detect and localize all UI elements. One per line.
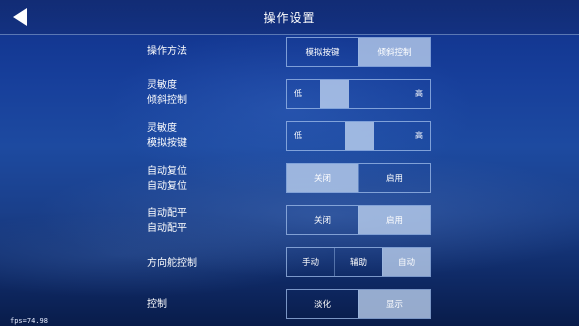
slider-thumb[interactable] — [320, 80, 349, 108]
option-button[interactable]: 倾斜控制 — [358, 38, 430, 66]
option-button[interactable]: 手动 — [287, 248, 334, 276]
row-label-line: 操作方法 — [147, 46, 187, 57]
row-label-line: 方向舵控制 — [147, 258, 197, 269]
button-sensitivity-slider[interactable]: 低 高 — [286, 121, 431, 151]
option-button[interactable]: 自动 — [382, 248, 430, 276]
top-bar: 操作设置 — [0, 0, 579, 35]
option-button[interactable]: 模拟按键 — [287, 38, 358, 66]
row-label-line: 灵敏度 — [147, 80, 177, 91]
option-button[interactable]: 启用 — [358, 164, 430, 192]
slider-low-label: 低 — [294, 131, 302, 140]
row-label-auto-reset: 自动复位 自动复位 — [147, 164, 187, 194]
row-label-line: 自动复位 — [147, 181, 187, 192]
slider-low-label: 低 — [294, 89, 302, 98]
slider-high-label: 高 — [415, 131, 423, 140]
row-label-line: 模拟按键 — [147, 138, 187, 149]
row-label-control-method: 操作方法 — [147, 44, 187, 59]
row-label-rudder-control: 方向舵控制 — [147, 256, 197, 271]
row-label-line: 控制 — [147, 299, 167, 310]
control-method-selector: 模拟按键 倾斜控制 — [286, 37, 431, 67]
option-button[interactable]: 辅助 — [334, 248, 382, 276]
tilt-sensitivity-slider[interactable]: 低 高 — [286, 79, 431, 109]
slider-high-label: 高 — [415, 89, 423, 98]
page-title: 操作设置 — [263, 11, 316, 25]
row-label-line: 倾斜控制 — [147, 95, 187, 106]
slider-track[interactable] — [287, 80, 430, 108]
row-label-line: 灵敏度 — [147, 123, 177, 134]
option-button[interactable]: 显示 — [358, 290, 430, 318]
row-label-controls-visibility: 控制 — [147, 297, 167, 312]
option-button[interactable]: 关闭 — [287, 164, 358, 192]
option-button[interactable]: 淡化 — [287, 290, 358, 318]
row-label-tilt-sensitivity: 灵敏度 倾斜控制 — [147, 78, 187, 108]
controls-visibility-selector: 淡化 显示 — [286, 289, 431, 319]
row-label-button-sensitivity: 灵敏度 模拟按键 — [147, 121, 187, 151]
fps-counter: fps=74.98 — [10, 317, 48, 325]
auto-trim-selector: 关闭 启用 — [286, 205, 431, 235]
row-label-line: 自动复位 — [147, 166, 187, 177]
rudder-control-selector: 手动 辅助 自动 — [286, 247, 431, 277]
row-label-auto-trim: 自动配平 自动配平 — [147, 206, 187, 236]
option-button[interactable]: 启用 — [358, 206, 430, 234]
row-label-line: 自动配平 — [147, 223, 187, 234]
slider-thumb[interactable] — [345, 122, 374, 150]
row-label-line: 自动配平 — [147, 208, 187, 219]
auto-reset-selector: 关闭 启用 — [286, 163, 431, 193]
option-button[interactable]: 关闭 — [287, 206, 358, 234]
